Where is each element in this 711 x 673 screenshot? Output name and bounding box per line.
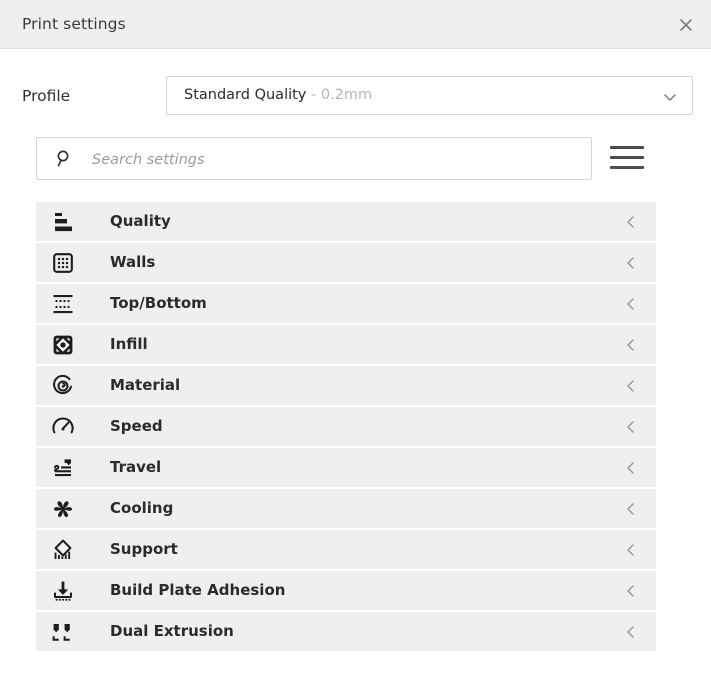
dialog-titlebar: Print settings	[0, 0, 711, 49]
settings-category-row[interactable]: Speed	[36, 407, 656, 446]
hamburger-menu-icon[interactable]	[610, 146, 644, 172]
chevron-left-icon[interactable]	[624, 460, 638, 474]
travel-icon	[50, 455, 76, 481]
settings-category-row[interactable]: Quality	[36, 202, 656, 241]
settings-category-row[interactable]: Cooling	[36, 489, 656, 528]
speed-icon	[50, 414, 76, 440]
search-input[interactable]	[90, 138, 574, 181]
chevron-left-icon[interactable]	[624, 583, 638, 597]
settings-category-label: Infill	[110, 335, 148, 353]
chevron-left-icon[interactable]	[624, 624, 638, 638]
hamburger-bar	[610, 156, 644, 159]
close-icon[interactable]	[673, 12, 699, 38]
profile-selected-suffix: - 0.2mm	[311, 87, 373, 103]
top-bottom-icon	[50, 291, 76, 317]
build-plate-adhesion-icon	[50, 578, 76, 604]
cooling-icon	[50, 496, 76, 522]
profile-dropdown[interactable]: Standard Quality - 0.2mm	[166, 76, 693, 115]
settings-category-row[interactable]: Walls	[36, 243, 656, 282]
chevron-left-icon[interactable]	[624, 542, 638, 556]
support-icon	[50, 537, 76, 563]
profile-label: Profile	[22, 87, 71, 105]
profile-row: Profile Standard Quality - 0.2mm	[0, 72, 711, 124]
settings-category-label: Travel	[110, 458, 162, 476]
settings-category-row[interactable]: Top/Bottom	[36, 284, 656, 323]
settings-category-label: Dual Extrusion	[110, 622, 234, 640]
chevron-left-icon[interactable]	[624, 214, 638, 228]
walls-icon	[50, 250, 76, 276]
chevron-left-icon[interactable]	[624, 255, 638, 269]
search-row	[0, 137, 711, 183]
settings-category-row[interactable]: Infill	[36, 325, 656, 364]
settings-category-row[interactable]: Build Plate Adhesion	[36, 571, 656, 610]
settings-category-label: Walls	[110, 253, 156, 271]
settings-category-row[interactable]: Travel	[36, 448, 656, 487]
search-icon	[55, 149, 74, 168]
dialog-title: Print settings	[22, 15, 126, 33]
quality-icon	[50, 209, 76, 235]
hamburger-bar	[610, 166, 644, 169]
search-box[interactable]	[36, 137, 592, 181]
settings-category-label: Quality	[110, 212, 171, 230]
chevron-left-icon[interactable]	[624, 337, 638, 351]
chevron-left-icon[interactable]	[624, 296, 638, 310]
settings-category-label: Top/Bottom	[110, 294, 207, 312]
dual-extrusion-icon	[50, 619, 76, 645]
chevron-left-icon[interactable]	[624, 378, 638, 392]
infill-icon	[50, 332, 76, 358]
profile-selected-name: Standard Quality	[184, 87, 307, 103]
settings-category-row[interactable]: Support	[36, 530, 656, 569]
settings-category-label: Material	[110, 376, 181, 394]
chevron-down-icon	[662, 89, 678, 105]
settings-category-label: Speed	[110, 417, 163, 435]
hamburger-bar	[610, 146, 644, 149]
settings-category-list: Quality Walls Top/Bottom Infill Material…	[36, 202, 656, 653]
settings-category-row[interactable]: Material	[36, 366, 656, 405]
chevron-left-icon[interactable]	[624, 501, 638, 515]
chevron-left-icon[interactable]	[624, 419, 638, 433]
profile-selected-value: Standard Quality - 0.2mm	[184, 87, 372, 103]
settings-category-label: Build Plate Adhesion	[110, 581, 286, 599]
settings-category-label: Support	[110, 540, 178, 558]
material-icon	[50, 373, 76, 399]
settings-category-label: Cooling	[110, 499, 174, 517]
settings-category-row[interactable]: Dual Extrusion	[36, 612, 656, 651]
